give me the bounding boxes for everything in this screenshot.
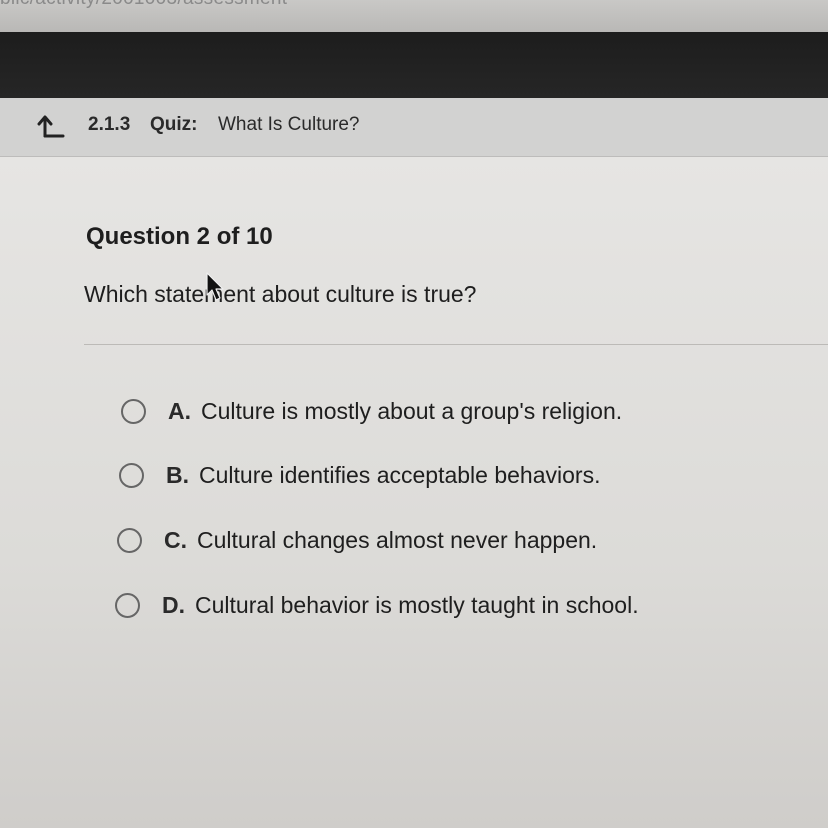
quiz-title-bar: 2.1.3 Quiz: What Is Culture? — [0, 98, 828, 157]
url-text[interactable]: blic/activity/2001003/assessment — [0, 0, 287, 10]
option-text: Culture identifies acceptable behaviors. — [199, 461, 601, 488]
answer-option-d[interactable]: D. Cultural behavior is mostly taught in… — [115, 585, 639, 625]
browser-address-bar[interactable]: blic/activity/2001003/assessment — [0, 0, 828, 32]
mouse-pointer-icon — [206, 272, 224, 301]
option-letter: B. — [166, 461, 189, 488]
quiz-type: Quiz: — [150, 114, 198, 135]
screen: blic/activity/2001003/assessment 2.1.3 Q… — [0, 0, 828, 828]
option-letter: C. — [164, 526, 187, 553]
radio-button-icon[interactable] — [117, 527, 142, 553]
question-panel: Question 2 of 10 Which statement about c… — [0, 157, 828, 828]
back-arrow-icon[interactable] — [36, 112, 66, 140]
radio-button-icon[interactable] — [119, 462, 144, 488]
answer-option-a[interactable]: A. Culture is mostly about a group's rel… — [121, 391, 622, 431]
question-number: Question 2 of 10 — [86, 223, 273, 250]
radio-button-icon[interactable] — [121, 398, 146, 424]
option-text: Culture is mostly about a group's religi… — [201, 397, 623, 424]
answer-option-b[interactable]: B. Culture identifies acceptable behavio… — [119, 455, 600, 495]
quiz-code: 2.1.3 — [88, 114, 131, 135]
option-letter: A. — [168, 397, 191, 424]
option-letter: D. — [162, 591, 185, 618]
option-text: Cultural changes almost never happen. — [197, 526, 598, 553]
radio-button-icon[interactable] — [115, 592, 140, 618]
question-text: Which statement about culture is true? — [84, 281, 477, 307]
answer-option-c[interactable]: C. Cultural changes almost never happen. — [117, 520, 597, 560]
option-text: Cultural behavior is mostly taught in sc… — [195, 591, 639, 618]
site-header — [0, 32, 828, 98]
quiz-title: What Is Culture? — [218, 114, 360, 135]
divider — [84, 344, 828, 345]
